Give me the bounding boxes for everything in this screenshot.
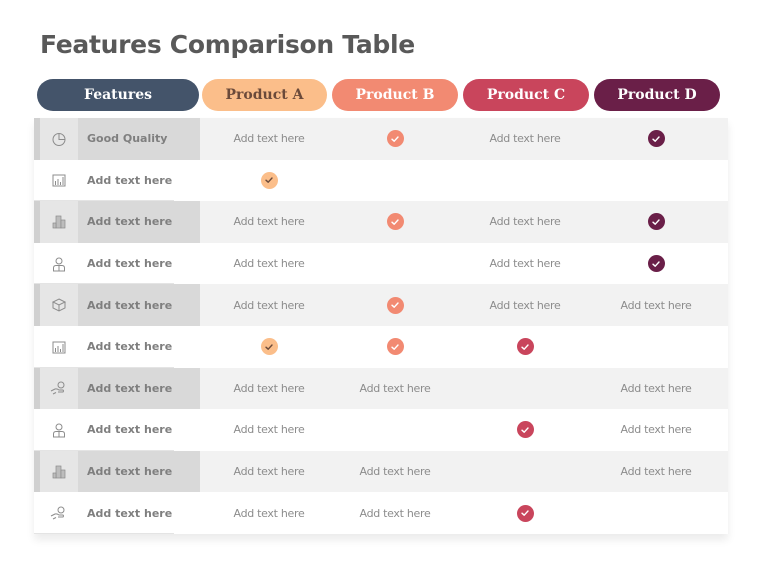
feature-label: Add text here — [87, 465, 173, 479]
person-icon — [40, 243, 78, 285]
feature-label: Add text here — [87, 423, 173, 437]
header-product-b: Product B — [332, 79, 458, 111]
check-icon — [516, 338, 534, 356]
header-product-c: Product C — [463, 79, 589, 111]
table-row: Good Quality Add text here Add text here — [34, 118, 728, 160]
cell-text: Add text here — [620, 298, 692, 312]
cell-check — [593, 201, 719, 243]
cell-check — [332, 118, 458, 160]
cell-empty — [593, 160, 719, 202]
cell-text: Add text here — [620, 465, 692, 479]
cell-text: Add text here — [359, 465, 431, 479]
comparison-table: Good Quality Add text here Add text here Ad… — [34, 118, 728, 534]
cell-text: Add text here — [233, 465, 305, 479]
cell-check — [206, 326, 332, 368]
header-features: Features — [37, 79, 199, 111]
feature-label: Add text here — [87, 215, 173, 229]
cell-text: Add text here — [233, 132, 305, 146]
person-icon — [40, 409, 78, 451]
header-product-a: Product A — [202, 79, 327, 111]
cell-empty — [332, 243, 458, 285]
check-icon — [386, 296, 404, 314]
table-row: Add text here — [34, 326, 728, 368]
check-icon — [516, 421, 534, 439]
cell-check — [462, 326, 588, 368]
cell-empty — [462, 451, 588, 493]
cell-check — [462, 492, 588, 534]
feature-label: Add text here — [87, 340, 173, 354]
cell-text: Add text here — [233, 215, 305, 229]
cell-check — [462, 409, 588, 451]
cell-check — [206, 160, 332, 202]
page-title: Features Comparison Table — [40, 30, 415, 59]
pie-chart-icon — [40, 118, 78, 160]
cell-empty — [332, 409, 458, 451]
cell-check — [593, 118, 719, 160]
check-icon — [647, 213, 665, 231]
table-row: Add text here Add text here Add text here — [34, 492, 728, 534]
check-icon — [386, 130, 404, 148]
table-row: Add text here Add text here Add text here — [34, 201, 728, 243]
feature-label: Add text here — [87, 298, 173, 312]
cell-text: Add text here — [489, 257, 561, 271]
table-row: Add text here Add text here Add text here — [34, 409, 728, 451]
feature-label: Add text here — [87, 173, 173, 187]
table-row: Add text here Add text here Add text here A… — [34, 284, 728, 326]
cell-check — [332, 284, 458, 326]
feature-label: Add text here — [87, 381, 173, 395]
cell-check — [332, 326, 458, 368]
cell-empty — [462, 160, 588, 202]
bar-chart-icon — [40, 326, 78, 368]
feature-label: Add text here — [87, 257, 173, 271]
cell-text: Add text here — [620, 381, 692, 395]
cell-check — [332, 201, 458, 243]
cell-text: Add text here — [359, 506, 431, 520]
check-icon — [647, 255, 665, 273]
bar-chart-icon — [40, 160, 78, 202]
cell-empty — [332, 160, 458, 202]
check-icon — [260, 171, 278, 189]
cell-text: Add text here — [233, 423, 305, 437]
check-icon — [516, 504, 534, 522]
check-icon — [386, 213, 404, 231]
cell-check — [593, 243, 719, 285]
header-product-d: Product D — [594, 79, 720, 111]
cell-text: Add text here — [489, 132, 561, 146]
cell-empty — [593, 492, 719, 534]
table-row: Add text here Add text here Add text here — [34, 242, 728, 285]
cell-text: Add text here — [620, 423, 692, 437]
check-icon — [647, 130, 665, 148]
check-icon — [386, 338, 404, 356]
cell-text: Add text here — [233, 381, 305, 395]
money-hand-icon — [40, 492, 78, 534]
buildings-icon — [40, 201, 78, 243]
cell-empty — [593, 326, 719, 368]
cell-text: Add text here — [233, 257, 305, 271]
cell-empty — [462, 368, 588, 410]
table-row: Add text here Add text here Add text here A… — [34, 450, 728, 493]
buildings-icon — [40, 450, 78, 493]
feature-label: Good Quality — [87, 132, 168, 146]
table-row: Add text here Add text here Add text here A… — [34, 367, 728, 410]
check-icon — [260, 338, 278, 356]
cell-text: Add text here — [233, 506, 305, 520]
cell-text: Add text here — [489, 215, 561, 229]
feature-label: Add text here — [87, 506, 173, 520]
cell-text: Add text here — [489, 298, 561, 312]
table-row: Add text here — [34, 159, 728, 202]
box-icon — [40, 284, 78, 326]
cell-text: Add text here — [359, 381, 431, 395]
money-hand-icon — [40, 367, 78, 410]
cell-text: Add text here — [233, 298, 305, 312]
